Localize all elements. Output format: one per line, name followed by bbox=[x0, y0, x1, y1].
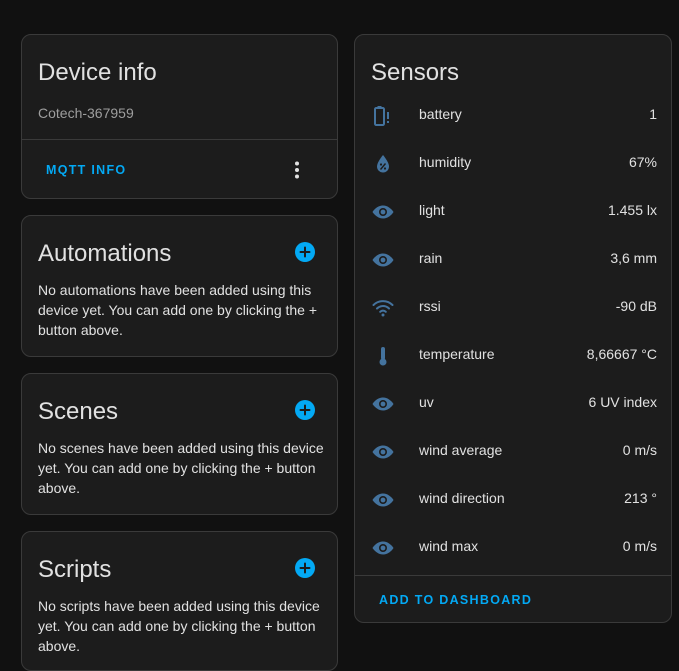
sensor-name: battery bbox=[419, 106, 462, 122]
sensor-row-wind-max[interactable]: wind max 0 m/s bbox=[355, 524, 671, 572]
sensor-name: rain bbox=[419, 250, 443, 266]
sensor-name: temperature bbox=[419, 346, 495, 362]
scenes-empty-text: No scenes have been added using this dev… bbox=[38, 440, 324, 496]
sensor-row-uv[interactable]: uv 6 UV index bbox=[355, 380, 671, 428]
sensor-row-rssi[interactable]: rssi -90 dB bbox=[355, 284, 671, 332]
sensor-row-wind-direction[interactable]: wind direction 213 ° bbox=[355, 476, 671, 524]
add-script-button[interactable] bbox=[295, 558, 315, 578]
device-info-title: Device info bbox=[38, 59, 157, 86]
sensor-name: wind max bbox=[419, 538, 479, 554]
scenes-card: Scenes No scenes have been added using t… bbox=[21, 373, 338, 515]
sensor-value: 67% bbox=[628, 154, 657, 170]
eye-icon bbox=[371, 392, 395, 416]
sensor-name: wind average bbox=[419, 442, 503, 458]
eye-icon bbox=[371, 488, 395, 512]
device-name: Cotech-367959 bbox=[38, 105, 134, 121]
mqtt-info-button[interactable]: MQTT INFO bbox=[46, 163, 126, 177]
plus-icon bbox=[299, 404, 311, 416]
automations-title: Automations bbox=[38, 240, 172, 267]
add-to-dashboard-button[interactable]: ADD TO DASHBOARD bbox=[379, 593, 532, 607]
device-info-card: Device info Cotech-367959 MQTT INFO bbox=[21, 34, 338, 199]
sensor-row-wind-average[interactable]: wind average 0 m/s bbox=[355, 428, 671, 476]
sensor-row-temperature[interactable]: temperature 8,66667 °C bbox=[355, 332, 671, 380]
sensor-value: 8,66667 °C bbox=[586, 346, 657, 362]
sensor-row-rain[interactable]: rain 3,6 mm bbox=[355, 236, 671, 284]
add-scene-button[interactable] bbox=[295, 400, 315, 420]
sensor-value: 1 bbox=[649, 106, 657, 122]
sensor-name: light bbox=[419, 202, 445, 218]
sensor-name: wind direction bbox=[419, 490, 505, 506]
battery-alert-icon bbox=[371, 104, 395, 128]
device-info-divider bbox=[22, 139, 337, 140]
sensors-divider bbox=[355, 575, 671, 576]
eye-icon bbox=[371, 440, 395, 464]
sensor-value: 0 m/s bbox=[622, 538, 657, 554]
sensor-name: rssi bbox=[419, 298, 441, 314]
scenes-title: Scenes bbox=[38, 398, 119, 425]
wifi-icon bbox=[371, 296, 395, 320]
sensor-value: 213 ° bbox=[624, 490, 657, 506]
scripts-title: Scripts bbox=[38, 556, 112, 583]
sensor-value: -90 dB bbox=[615, 298, 657, 314]
automations-card: Automations No automations have been add… bbox=[21, 215, 338, 357]
sensor-name: humidity bbox=[419, 154, 472, 170]
eye-icon bbox=[371, 200, 395, 224]
sensor-value: 0 m/s bbox=[622, 442, 657, 458]
scripts-card: Scripts No scripts have been added using… bbox=[21, 531, 338, 671]
sensor-row-light[interactable]: light 1.455 lx bbox=[355, 188, 671, 236]
sensor-row-battery[interactable]: battery 1 bbox=[355, 92, 671, 140]
sensor-value: 6 UV index bbox=[588, 394, 657, 410]
sensor-row-humidity[interactable]: humidity 67% bbox=[355, 140, 671, 188]
sensor-name: uv bbox=[419, 394, 434, 410]
eye-icon bbox=[371, 248, 395, 272]
thermometer-icon bbox=[371, 344, 395, 368]
add-automation-button[interactable] bbox=[295, 242, 315, 262]
sensors-title: Sensors bbox=[371, 59, 460, 86]
plus-icon bbox=[299, 246, 311, 258]
automations-empty-text: No automations have been added using thi… bbox=[38, 282, 318, 338]
sensor-value: 3,6 mm bbox=[610, 250, 657, 266]
water-percent-icon bbox=[371, 152, 395, 176]
sensors-card: Sensors battery 1 humidity 67% light 1.4… bbox=[354, 34, 672, 623]
eye-icon bbox=[371, 536, 395, 560]
plus-icon bbox=[299, 562, 311, 574]
scripts-empty-text: No scripts have been added using this de… bbox=[38, 598, 320, 654]
sensor-value: 1.455 lx bbox=[607, 202, 657, 218]
more-options-icon[interactable] bbox=[287, 160, 307, 180]
